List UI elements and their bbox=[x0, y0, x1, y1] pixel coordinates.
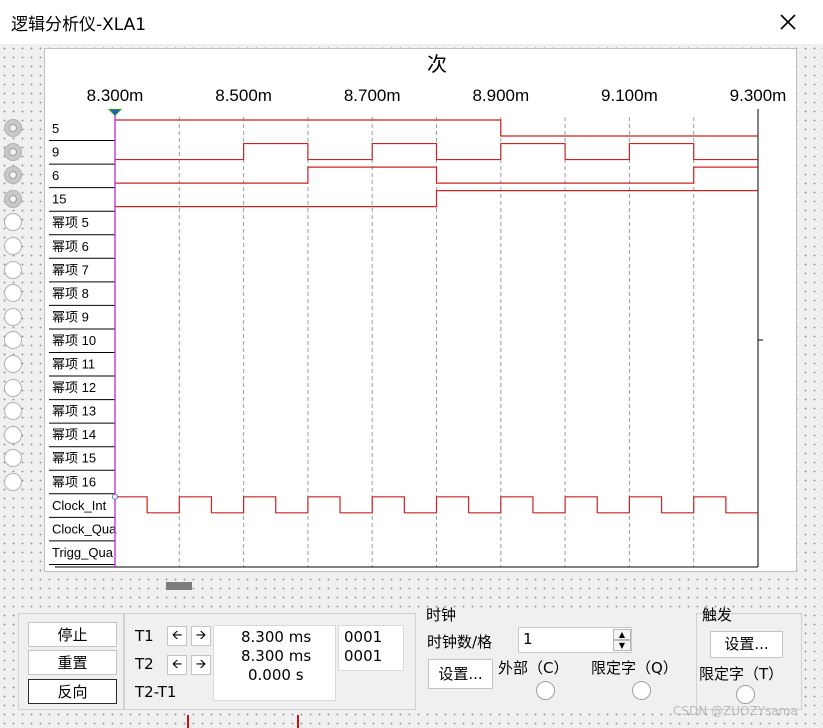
channel-label: 15 bbox=[52, 192, 66, 207]
reverse-button[interactable]: 反向 bbox=[28, 679, 117, 704]
title-bar: 逻辑分析仪-XLA1 bbox=[0, 0, 823, 44]
channel-label: 幂项 14 bbox=[52, 427, 96, 442]
channel-waveform bbox=[115, 166, 758, 184]
channel-radio[interactable] bbox=[4, 142, 22, 161]
clocks-per-div-value: 1 bbox=[523, 630, 533, 648]
t1-label: T1 bbox=[135, 627, 154, 645]
t2-right-arrow-icon[interactable]: 🡪 bbox=[191, 655, 211, 675]
time-tick-label: 8.700m bbox=[344, 86, 401, 105]
t2-label: T2 bbox=[135, 655, 154, 673]
logic-display: 次 8.300m 8.500m 8.700m 8.900m 9.100m 9.300m 5 9 6… bbox=[44, 48, 797, 572]
channel-waveform bbox=[115, 190, 758, 208]
channel-radio[interactable] bbox=[4, 473, 22, 491]
channel-label: 幂项 16 bbox=[52, 474, 96, 489]
channel-label: 幂项 6 bbox=[52, 239, 89, 254]
channel-waveform bbox=[115, 142, 758, 161]
channel-radio[interactable] bbox=[4, 237, 22, 255]
channel-label: Clock_Qua bbox=[52, 521, 117, 536]
external-clock-radio[interactable] bbox=[536, 681, 555, 700]
clocks-per-div-label: 时钟数/格 bbox=[427, 633, 493, 651]
clock-qualifier-label: 限定字（Q） bbox=[591, 659, 678, 677]
clock-qualifier-radio[interactable] bbox=[632, 681, 651, 700]
diff-time-value: 0.000 s bbox=[248, 666, 304, 684]
channel-label: 幂项 5 bbox=[52, 215, 89, 230]
time-tick-label: 8.300m bbox=[87, 86, 144, 105]
close-icon[interactable] bbox=[774, 8, 802, 36]
channel-label: 9 bbox=[52, 145, 59, 160]
trigger-group-title: 触发 bbox=[702, 606, 733, 624]
channel-radio[interactable] bbox=[4, 355, 22, 373]
wire-marker bbox=[187, 715, 189, 728]
channel-radio[interactable] bbox=[4, 260, 22, 279]
trigger-qualifier-label: 限定字（T） bbox=[699, 665, 784, 683]
trigger-point-marker bbox=[112, 493, 118, 500]
t1-right-arrow-icon[interactable]: 🡪 bbox=[191, 626, 211, 646]
channel-label: 幂项 13 bbox=[52, 404, 96, 419]
t2-t1-label: T2-T1 bbox=[135, 683, 177, 701]
clock-waveform bbox=[115, 496, 758, 514]
channel-label: Trigg_Qua bbox=[52, 545, 114, 560]
t2-logic-value: 0001 bbox=[344, 647, 383, 665]
channel-radio[interactable] bbox=[4, 425, 22, 444]
t2-left-arrow-icon[interactable]: 🡨 bbox=[167, 655, 187, 675]
channel-label: 幂项 15 bbox=[52, 451, 96, 466]
spin-down-icon[interactable]: ▼ bbox=[613, 640, 631, 651]
external-label: 外部（C） bbox=[498, 659, 569, 677]
t1-logic-value: 0001 bbox=[344, 628, 383, 646]
channel-radio[interactable] bbox=[4, 378, 22, 397]
spin-up-icon[interactable]: ▲ bbox=[613, 629, 631, 640]
channel-label: 幂项 7 bbox=[52, 262, 89, 277]
t1-left-arrow-icon[interactable]: 🡨 bbox=[167, 626, 187, 646]
channel-label: 幂项 10 bbox=[52, 333, 96, 348]
time-tick-label: 8.500m bbox=[215, 86, 272, 105]
channel-radio[interactable] bbox=[4, 189, 22, 208]
channel-label: 5 bbox=[52, 121, 59, 136]
clocks-per-div-stepper[interactable]: 1 ▲ ▼ bbox=[518, 627, 632, 653]
t1-time-value: 8.300 ms bbox=[241, 628, 312, 646]
watermark-text: CSDN @ZUOZYsama bbox=[673, 704, 798, 718]
channel-label: 幂项 9 bbox=[52, 309, 89, 324]
clock-group-title: 时钟 bbox=[426, 606, 457, 624]
channel-radio[interactable] bbox=[4, 119, 22, 137]
time-tick-label: 8.900m bbox=[472, 86, 529, 105]
trigger-setup-button[interactable]: 设置... bbox=[710, 631, 783, 658]
window-title: 逻辑分析仪-XLA1 bbox=[11, 15, 147, 35]
channel-label: 幂项 8 bbox=[52, 286, 89, 301]
time-tick-label: 9.100m bbox=[601, 86, 658, 105]
horizontal-scroll-thumb[interactable] bbox=[166, 582, 192, 590]
channel-label: 6 bbox=[52, 168, 59, 183]
channel-label: Clock_Int bbox=[52, 498, 107, 513]
time-tick-label: 9.300m bbox=[730, 86, 787, 105]
clock-setup-button[interactable]: 设置... bbox=[428, 659, 493, 689]
channel-radio[interactable] bbox=[4, 307, 22, 326]
t2-time-value: 8.300 ms bbox=[241, 647, 312, 665]
wire-marker bbox=[297, 715, 299, 728]
stop-button[interactable]: 停止 bbox=[28, 622, 117, 647]
channel-label: 幂项 12 bbox=[52, 380, 96, 395]
channel-label: 幂项 11 bbox=[52, 357, 95, 372]
waveform-canvas: 次 8.300m 8.500m 8.700m 8.900m 9.100m 9.300m 5 9 6… bbox=[49, 52, 787, 568]
top-caption-label: 次 bbox=[427, 52, 447, 76]
trigger-qualifier-radio[interactable] bbox=[736, 685, 755, 704]
reset-button[interactable]: 重置 bbox=[28, 650, 117, 675]
